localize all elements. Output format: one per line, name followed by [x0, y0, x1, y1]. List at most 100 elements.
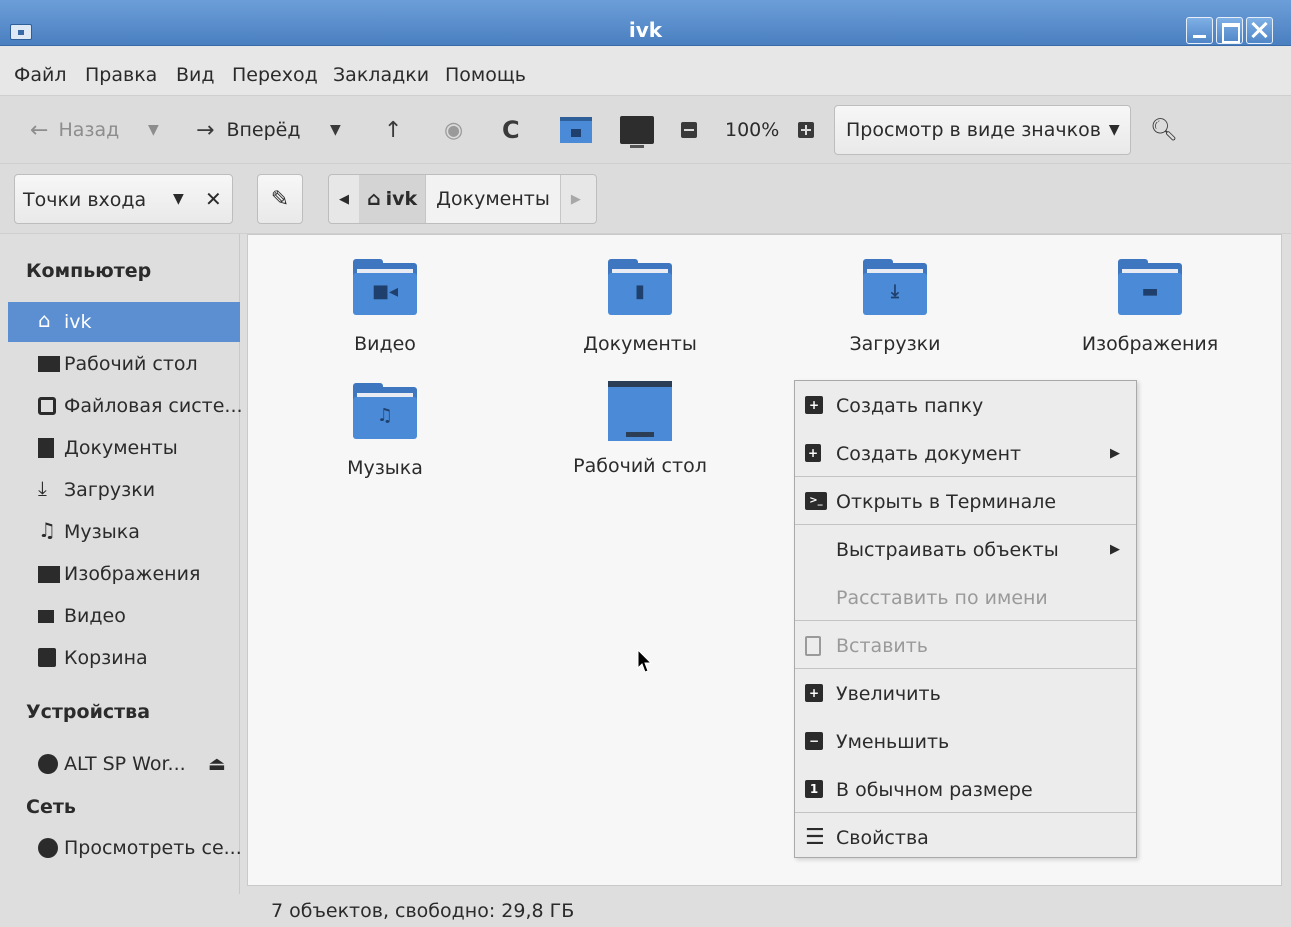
sidebar-header-devices: Устройства: [26, 701, 151, 723]
sidebar-item-downloads[interactable]: ⤓ Загрузки: [8, 470, 240, 510]
sidebar-item-filesystem[interactable]: Файловая систе...: [8, 386, 243, 426]
status-text: 7 объектов, свободно: 29,8 ГБ: [271, 900, 575, 922]
sidebar-mode-select[interactable]: Точки входа ▼ ✕: [14, 174, 233, 224]
disc-icon: [38, 754, 58, 774]
context-menu: + Создать папку + Создать документ ▶ >_ …: [794, 380, 1137, 858]
file-item-video[interactable]: ■◂ Видео: [275, 259, 495, 355]
edit-location-button[interactable]: ✎: [257, 174, 303, 224]
breadcrumb-documents[interactable]: Документы: [425, 175, 561, 223]
up-button[interactable]: ↑: [384, 110, 402, 150]
home-button[interactable]: [560, 110, 592, 150]
caret-down-icon: ▼: [1108, 122, 1120, 138]
computer-button[interactable]: [620, 110, 654, 150]
file-item-pictures[interactable]: ▬ Изображения: [1040, 259, 1260, 355]
menu-item-new-document[interactable]: + Создать документ ▶: [795, 430, 1136, 477]
zoom-out-icon: −: [805, 731, 825, 752]
caret-down-icon: ▼: [148, 122, 159, 138]
sidebar-item-pictures[interactable]: Изображения: [8, 554, 240, 594]
sidebar-item-desktop[interactable]: Рабочий стол: [8, 344, 240, 384]
desktop-folder-icon: [608, 381, 672, 441]
menu-bar: Файл Правка Вид Переход Закладки Помощь: [0, 46, 1291, 96]
stop-icon: ◉: [444, 117, 464, 143]
zoom-out-button[interactable]: [681, 110, 697, 150]
breadcrumb-home[interactable]: ⌂ ivk: [359, 175, 426, 223]
breadcrumb: ◀ ⌂ ivk Документы ▶: [328, 174, 597, 224]
sidebar: Компьютер ⌂ ivk Рабочий стол Файловая си…: [0, 234, 243, 894]
computer-icon: [620, 116, 654, 148]
music-folder-icon: ♫: [353, 383, 417, 439]
title-bar: ivk: [0, 0, 1291, 46]
menu-file[interactable]: Файл: [14, 64, 67, 86]
menu-edit[interactable]: Правка: [85, 64, 157, 86]
eject-icon[interactable]: ⏏: [208, 753, 226, 775]
home-icon: ⌂: [367, 188, 381, 210]
minimize-button[interactable]: [1186, 17, 1213, 44]
reload-icon: C: [502, 116, 520, 144]
menu-item-zoom-in[interactable]: + Увеличить: [795, 670, 1136, 717]
caret-down-icon: ▼: [173, 191, 184, 207]
paste-icon: [805, 635, 821, 656]
status-bar: 7 объектов, свободно: 29,8 ГБ: [247, 886, 1282, 927]
reload-button[interactable]: C: [502, 110, 520, 150]
forward-history-dropdown[interactable]: ▼: [330, 110, 341, 150]
music-icon: ♫: [38, 518, 56, 542]
maximize-button[interactable]: [1216, 17, 1243, 44]
stop-button[interactable]: ◉: [444, 110, 463, 150]
menu-item-properties[interactable]: ☰ Свойства: [795, 814, 1136, 861]
menu-item-zoom-normal[interactable]: 1 В обычном размере: [795, 766, 1136, 813]
submenu-arrow-icon: ▶: [1110, 446, 1120, 461]
menu-item-new-folder[interactable]: + Создать папку: [795, 382, 1136, 429]
video-icon: [38, 610, 54, 623]
document-icon: [38, 438, 54, 458]
menu-view[interactable]: Вид: [176, 64, 215, 86]
close-button[interactable]: [1246, 17, 1273, 44]
menu-bookmarks[interactable]: Закладки: [333, 64, 429, 86]
arrow-left-icon: ←: [30, 117, 49, 143]
sidebar-item-music[interactable]: ♫ Музыка: [8, 512, 240, 552]
search-button[interactable]: 🔍︎: [1150, 110, 1178, 150]
file-item-desktop[interactable]: Рабочий стол: [530, 381, 750, 477]
sidebar-item-trash[interactable]: Корзина: [8, 638, 240, 678]
file-item-documents[interactable]: ▮ Документы: [530, 259, 750, 355]
forward-button[interactable]: → Вперёд: [196, 110, 300, 150]
menu-item-sort-by-name[interactable]: Расставить по имени: [795, 574, 1136, 621]
sidebar-item-video[interactable]: Видео: [8, 596, 240, 636]
sidebar-item-network[interactable]: Просмотреть се...: [8, 828, 242, 868]
zoom-in-button[interactable]: [798, 110, 814, 150]
downloads-folder-icon: ⤓: [863, 259, 927, 315]
view-mode-select[interactable]: Просмотр в виде значков ▼: [834, 105, 1131, 155]
path-scroll-right-icon[interactable]: ▶: [561, 175, 591, 223]
sidebar-header-computer: Компьютер: [26, 260, 152, 282]
new-document-icon: +: [805, 443, 825, 464]
zoom-level: 100%: [725, 119, 780, 141]
terminal-icon: >_: [805, 491, 827, 512]
image-icon: [38, 566, 60, 583]
menu-go[interactable]: Переход: [232, 64, 318, 86]
home-folder-icon: [560, 117, 592, 143]
submenu-arrow-icon: ▶: [1110, 542, 1120, 557]
file-item-downloads[interactable]: ⤓ Загрузки: [785, 259, 1005, 355]
file-item-music[interactable]: ♫ Музыка: [275, 383, 495, 479]
close-sidebar-icon[interactable]: ✕: [205, 187, 222, 211]
sidebar-item-documents[interactable]: Документы: [8, 428, 240, 468]
search-icon: 🔍︎: [1150, 117, 1178, 143]
sidebar-header-network: Сеть: [26, 796, 76, 818]
drive-icon: [38, 397, 56, 415]
menu-item-arrange[interactable]: Выстраивать объекты ▶: [795, 526, 1136, 573]
home-icon: ⌂: [38, 308, 51, 332]
caret-down-icon: ▼: [330, 122, 341, 138]
sidebar-item-device[interactable]: ALT SP Wor... ⏏: [8, 744, 240, 784]
pictures-folder-icon: ▬: [1118, 259, 1182, 315]
path-scroll-left-icon[interactable]: ◀: [329, 175, 359, 223]
zoom-in-icon: +: [805, 683, 825, 704]
menu-item-zoom-out[interactable]: − Уменьшить: [795, 718, 1136, 765]
arrow-right-icon: →: [196, 117, 215, 143]
sidebar-item-home[interactable]: ⌂ ivk: [8, 302, 240, 342]
menu-help[interactable]: Помощь: [445, 64, 526, 86]
menu-item-paste[interactable]: Вставить: [795, 622, 1136, 669]
zoom-normal-icon: 1: [805, 779, 825, 800]
back-button[interactable]: ← Назад: [30, 110, 119, 150]
trash-icon: [38, 648, 56, 667]
back-history-dropdown[interactable]: ▼: [148, 110, 159, 150]
menu-item-open-terminal[interactable]: >_ Открыть в Терминале: [795, 478, 1136, 525]
